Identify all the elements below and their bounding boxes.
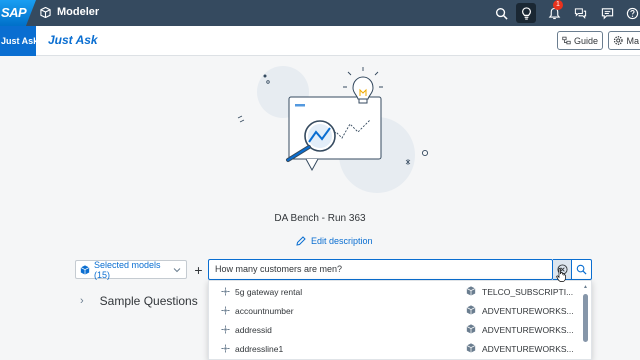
table-cube-icon (466, 286, 476, 296)
model-cube-icon (80, 264, 90, 275)
sample-questions-toggle[interactable]: › Sample Questions (80, 294, 198, 308)
dimension-icon (221, 287, 230, 296)
suggestion-table: ADVENTUREWORKS... (482, 306, 574, 316)
selected-models-dropdown[interactable]: Selected models (15) (75, 259, 187, 280)
suggestion-table: ADVENTUREWORKS... (482, 344, 574, 354)
table-cube-icon (466, 343, 476, 353)
notification-badge: 1 (553, 0, 563, 10)
pencil-icon (296, 236, 306, 246)
search-icon (576, 264, 587, 275)
just-ask-illustration (237, 66, 429, 193)
guide-icon (562, 36, 571, 45)
scrollbar-thumb[interactable] (583, 294, 588, 342)
suggestion-list: 5g gateway rental TELCO_SUBSCRIPTI... ac… (208, 280, 592, 360)
edit-description-link[interactable]: Edit description (296, 236, 373, 246)
lightbulb-icon (521, 6, 531, 20)
page-header: Just Ask Just Ask Guide Ma (0, 26, 640, 56)
hand-cursor-icon (556, 268, 566, 282)
manage-label: Ma (626, 35, 639, 46)
shell-bar: SAP Modeler 1 (0, 0, 640, 26)
list-item[interactable]: accountnumber ADVENTUREWORKS... (209, 301, 579, 320)
dimension-icon (221, 325, 230, 334)
just-ask-button[interactable] (516, 3, 536, 23)
feedback-button[interactable] (597, 3, 617, 23)
suggestion-table: TELCO_SUBSCRIPTI... (482, 287, 574, 297)
plus-icon: + (194, 261, 203, 278)
list-item[interactable]: addressid ADVENTUREWORKS... (209, 320, 579, 339)
list-item[interactable]: 5g gateway rental TELCO_SUBSCRIPTI... (209, 282, 579, 301)
help-icon (626, 7, 638, 19)
edit-description-label: Edit description (311, 236, 373, 246)
manage-button[interactable]: Ma (608, 31, 640, 50)
suggestion-name: addressid (235, 325, 272, 335)
question-input[interactable]: How many customers are men? (208, 259, 553, 280)
help-button[interactable] (622, 3, 640, 23)
chevron-right-icon: › (80, 295, 84, 307)
app-name: Modeler (57, 6, 100, 18)
guide-button[interactable]: Guide (557, 31, 603, 50)
gear-icon (613, 36, 623, 45)
search-button[interactable] (491, 3, 511, 23)
feedback-icon (601, 7, 613, 19)
sample-questions-label: Sample Questions (99, 294, 198, 308)
table-cube-icon (466, 324, 476, 334)
guide-label: Guide (573, 35, 598, 46)
scroll-up-arrow[interactable]: ▲ (583, 284, 588, 290)
suggestion-name: accountnumber (235, 306, 294, 316)
app-title[interactable]: Modeler (40, 6, 99, 18)
modeler-cube-icon (40, 6, 51, 18)
discussion-icon (574, 7, 586, 19)
sap-logo[interactable]: SAP (0, 0, 36, 26)
suggestion-name: addressline1 (235, 344, 284, 354)
notifications-button[interactable]: 1 (544, 0, 564, 23)
chevron-down-icon (173, 267, 181, 272)
table-cube-icon (466, 305, 476, 315)
list-item[interactable]: addressline1 ADVENTUREWORKS... (209, 339, 579, 358)
discussions-button[interactable] (570, 3, 590, 23)
search-query-button[interactable] (571, 259, 592, 280)
page-title: Just Ask (48, 33, 98, 47)
selected-models-label: Selected models (15) (94, 259, 161, 280)
add-button[interactable]: + (190, 260, 207, 279)
run-title: DA Bench - Run 363 (274, 213, 366, 224)
dimension-icon (221, 344, 230, 353)
tab-just-ask[interactable]: Just Ask (0, 26, 36, 56)
search-icon (495, 7, 508, 20)
suggestion-table: ADVENTUREWORKS... (482, 325, 574, 335)
suggestion-name: 5g gateway rental (235, 287, 303, 297)
dimension-icon (221, 306, 230, 315)
